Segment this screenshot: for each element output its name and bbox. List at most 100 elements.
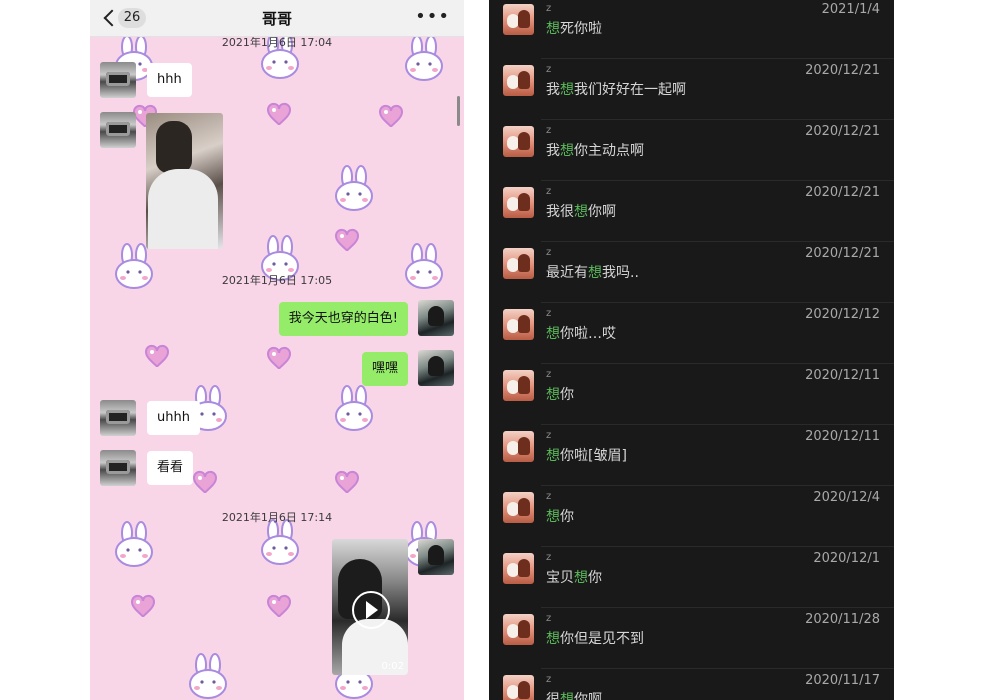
contact-avatar <box>503 309 534 340</box>
play-icon[interactable] <box>352 591 390 629</box>
search-result-row[interactable]: z 2021/1/4 想死你啦 <box>489 0 894 59</box>
user-avatar[interactable] <box>418 539 454 575</box>
result-date: 2020/12/11 <box>805 429 880 444</box>
message-text-after: 你啊 <box>574 692 602 700</box>
message-text-before: 很 <box>546 692 560 700</box>
result-date: 2020/12/21 <box>805 63 880 78</box>
video-duration: 0:02 <box>381 661 404 672</box>
result-date: 2020/11/28 <box>805 612 880 627</box>
search-keyword-highlight: 想 <box>546 509 560 525</box>
result-message: 很想你啊 <box>546 689 602 700</box>
contact-avatar <box>503 370 534 401</box>
search-result-row[interactable]: z 2020/12/11 想你啦[皱眉] <box>489 425 894 486</box>
chat-search-results: z 2021/1/4 想死你啦 z 2020/12/21 我想我们好好在一起啊 z 2020/… <box>489 0 894 700</box>
search-keyword-highlight: 想 <box>588 265 602 281</box>
result-date: 2020/12/4 <box>813 490 880 505</box>
sender-name: z <box>546 430 552 441</box>
result-date: 2020/11/17 <box>805 673 880 688</box>
result-message: 我很想你啊 <box>546 201 616 221</box>
result-date: 2020/12/1 <box>813 551 880 566</box>
search-result-row[interactable]: z 2020/12/21 最近有想我吗.. <box>489 242 894 303</box>
received-photo[interactable] <box>146 113 223 249</box>
contact-avatar <box>503 248 534 279</box>
search-keyword-highlight: 想 <box>560 143 574 159</box>
user-avatar[interactable] <box>418 300 454 336</box>
search-result-row[interactable]: z 2020/12/21 我很想你啊 <box>489 181 894 242</box>
search-result-row[interactable]: z 2020/12/12 想你啦…哎 <box>489 303 894 364</box>
search-result-row[interactable]: z 2020/12/1 宝贝想你 <box>489 547 894 608</box>
search-result-row[interactable]: z 2020/12/21 我想你主动点啊 <box>489 120 894 181</box>
result-date: 2020/12/11 <box>805 368 880 383</box>
message-timestamp: 2021年1月6日 17:05 <box>221 274 333 287</box>
search-result-row[interactable]: z 2020/12/4 想你 <box>489 486 894 547</box>
search-keyword-highlight: 想 <box>546 326 560 342</box>
sender-name: z <box>546 552 552 563</box>
contact-avatar[interactable] <box>100 400 136 436</box>
contact-avatar <box>503 492 534 523</box>
message-text-after: 你啦…哎 <box>560 326 616 342</box>
message-text-before: 我 <box>546 82 560 98</box>
contact-avatar <box>503 126 534 157</box>
message-text-after: 你 <box>560 509 574 525</box>
scrollbar[interactable] <box>457 96 460 126</box>
sent-video[interactable]: 0:02 <box>332 539 408 675</box>
contact-avatar[interactable] <box>100 450 136 486</box>
search-keyword-highlight: 想 <box>546 631 560 647</box>
message-text-after: 我们好好在一起啊 <box>574 82 686 98</box>
contact-avatar <box>503 553 534 584</box>
search-keyword-highlight: 想 <box>560 82 574 98</box>
message-text-before: 最近有 <box>546 265 588 281</box>
sender-name: z <box>546 64 552 75</box>
result-message: 最近有想我吗.. <box>546 262 639 282</box>
contact-avatar <box>503 4 534 35</box>
sender-name: z <box>546 3 552 14</box>
search-result-row[interactable]: z 2020/12/21 我想我们好好在一起啊 <box>489 59 894 120</box>
message-text-before: 我 <box>546 143 560 159</box>
message-text-after: 你 <box>588 570 602 586</box>
search-result-row[interactable]: z 2020/11/28 想你但是见不到 <box>489 608 894 669</box>
search-keyword-highlight: 想 <box>546 448 560 464</box>
sender-name: z <box>546 369 552 380</box>
message-text-after: 死你啦 <box>560 21 602 37</box>
search-keyword-highlight: 想 <box>546 387 560 403</box>
contact-avatar <box>503 614 534 645</box>
message-bubble-sent[interactable]: 嘿嘿 <box>361 352 408 386</box>
sender-name: z <box>546 125 552 136</box>
message-bubble-received[interactable]: hhh <box>147 63 192 97</box>
result-message: 想你啦[皱眉] <box>546 445 627 465</box>
result-date: 2020/12/21 <box>805 246 880 261</box>
sender-name: z <box>546 247 552 258</box>
result-message: 我想我们好好在一起啊 <box>546 79 686 99</box>
message-bubble-received[interactable]: 看看 <box>147 451 194 485</box>
more-options-icon[interactable]: ••• <box>415 8 450 26</box>
result-message: 宝贝想你 <box>546 567 602 587</box>
message-text-after: 你 <box>560 387 574 403</box>
search-result-row[interactable]: z 2020/12/11 想你 <box>489 364 894 425</box>
search-keyword-highlight: 想 <box>574 204 588 220</box>
result-message: 想你啦…哎 <box>546 323 616 343</box>
message-text-after: 你主动点啊 <box>574 143 644 159</box>
result-message: 想你 <box>546 384 574 404</box>
sender-name: z <box>546 674 552 685</box>
result-date: 2020/12/21 <box>805 124 880 139</box>
user-avatar[interactable] <box>418 350 454 386</box>
message-timestamp: 2021年1月6日 17:14 <box>221 511 333 524</box>
result-date: 2020/12/12 <box>805 307 880 322</box>
search-keyword-highlight: 想 <box>574 570 588 586</box>
message-text-after: 你啦[皱眉] <box>560 448 627 464</box>
message-text-before: 宝贝 <box>546 570 574 586</box>
message-bubble-received[interactable]: uhhh <box>147 401 200 435</box>
search-result-row[interactable]: z 2020/11/17 很想你啊 <box>489 669 894 700</box>
sender-name: z <box>546 308 552 319</box>
contact-avatar[interactable] <box>100 112 136 148</box>
contact-avatar[interactable] <box>100 62 136 98</box>
message-bubble-sent[interactable]: 我今天也穿的白色! <box>278 302 408 336</box>
message-text-before: 我很 <box>546 204 574 220</box>
contact-avatar <box>503 187 534 218</box>
contact-avatar <box>503 431 534 462</box>
contact-avatar <box>503 65 534 96</box>
result-message: 想你 <box>546 506 574 526</box>
chat-window: 26 哥哥 ••• 2021年1月6日 17:04 hhh 2021年1月6日 … <box>90 0 464 700</box>
message-text-after: 我吗.. <box>602 265 639 281</box>
contact-avatar <box>503 675 534 700</box>
